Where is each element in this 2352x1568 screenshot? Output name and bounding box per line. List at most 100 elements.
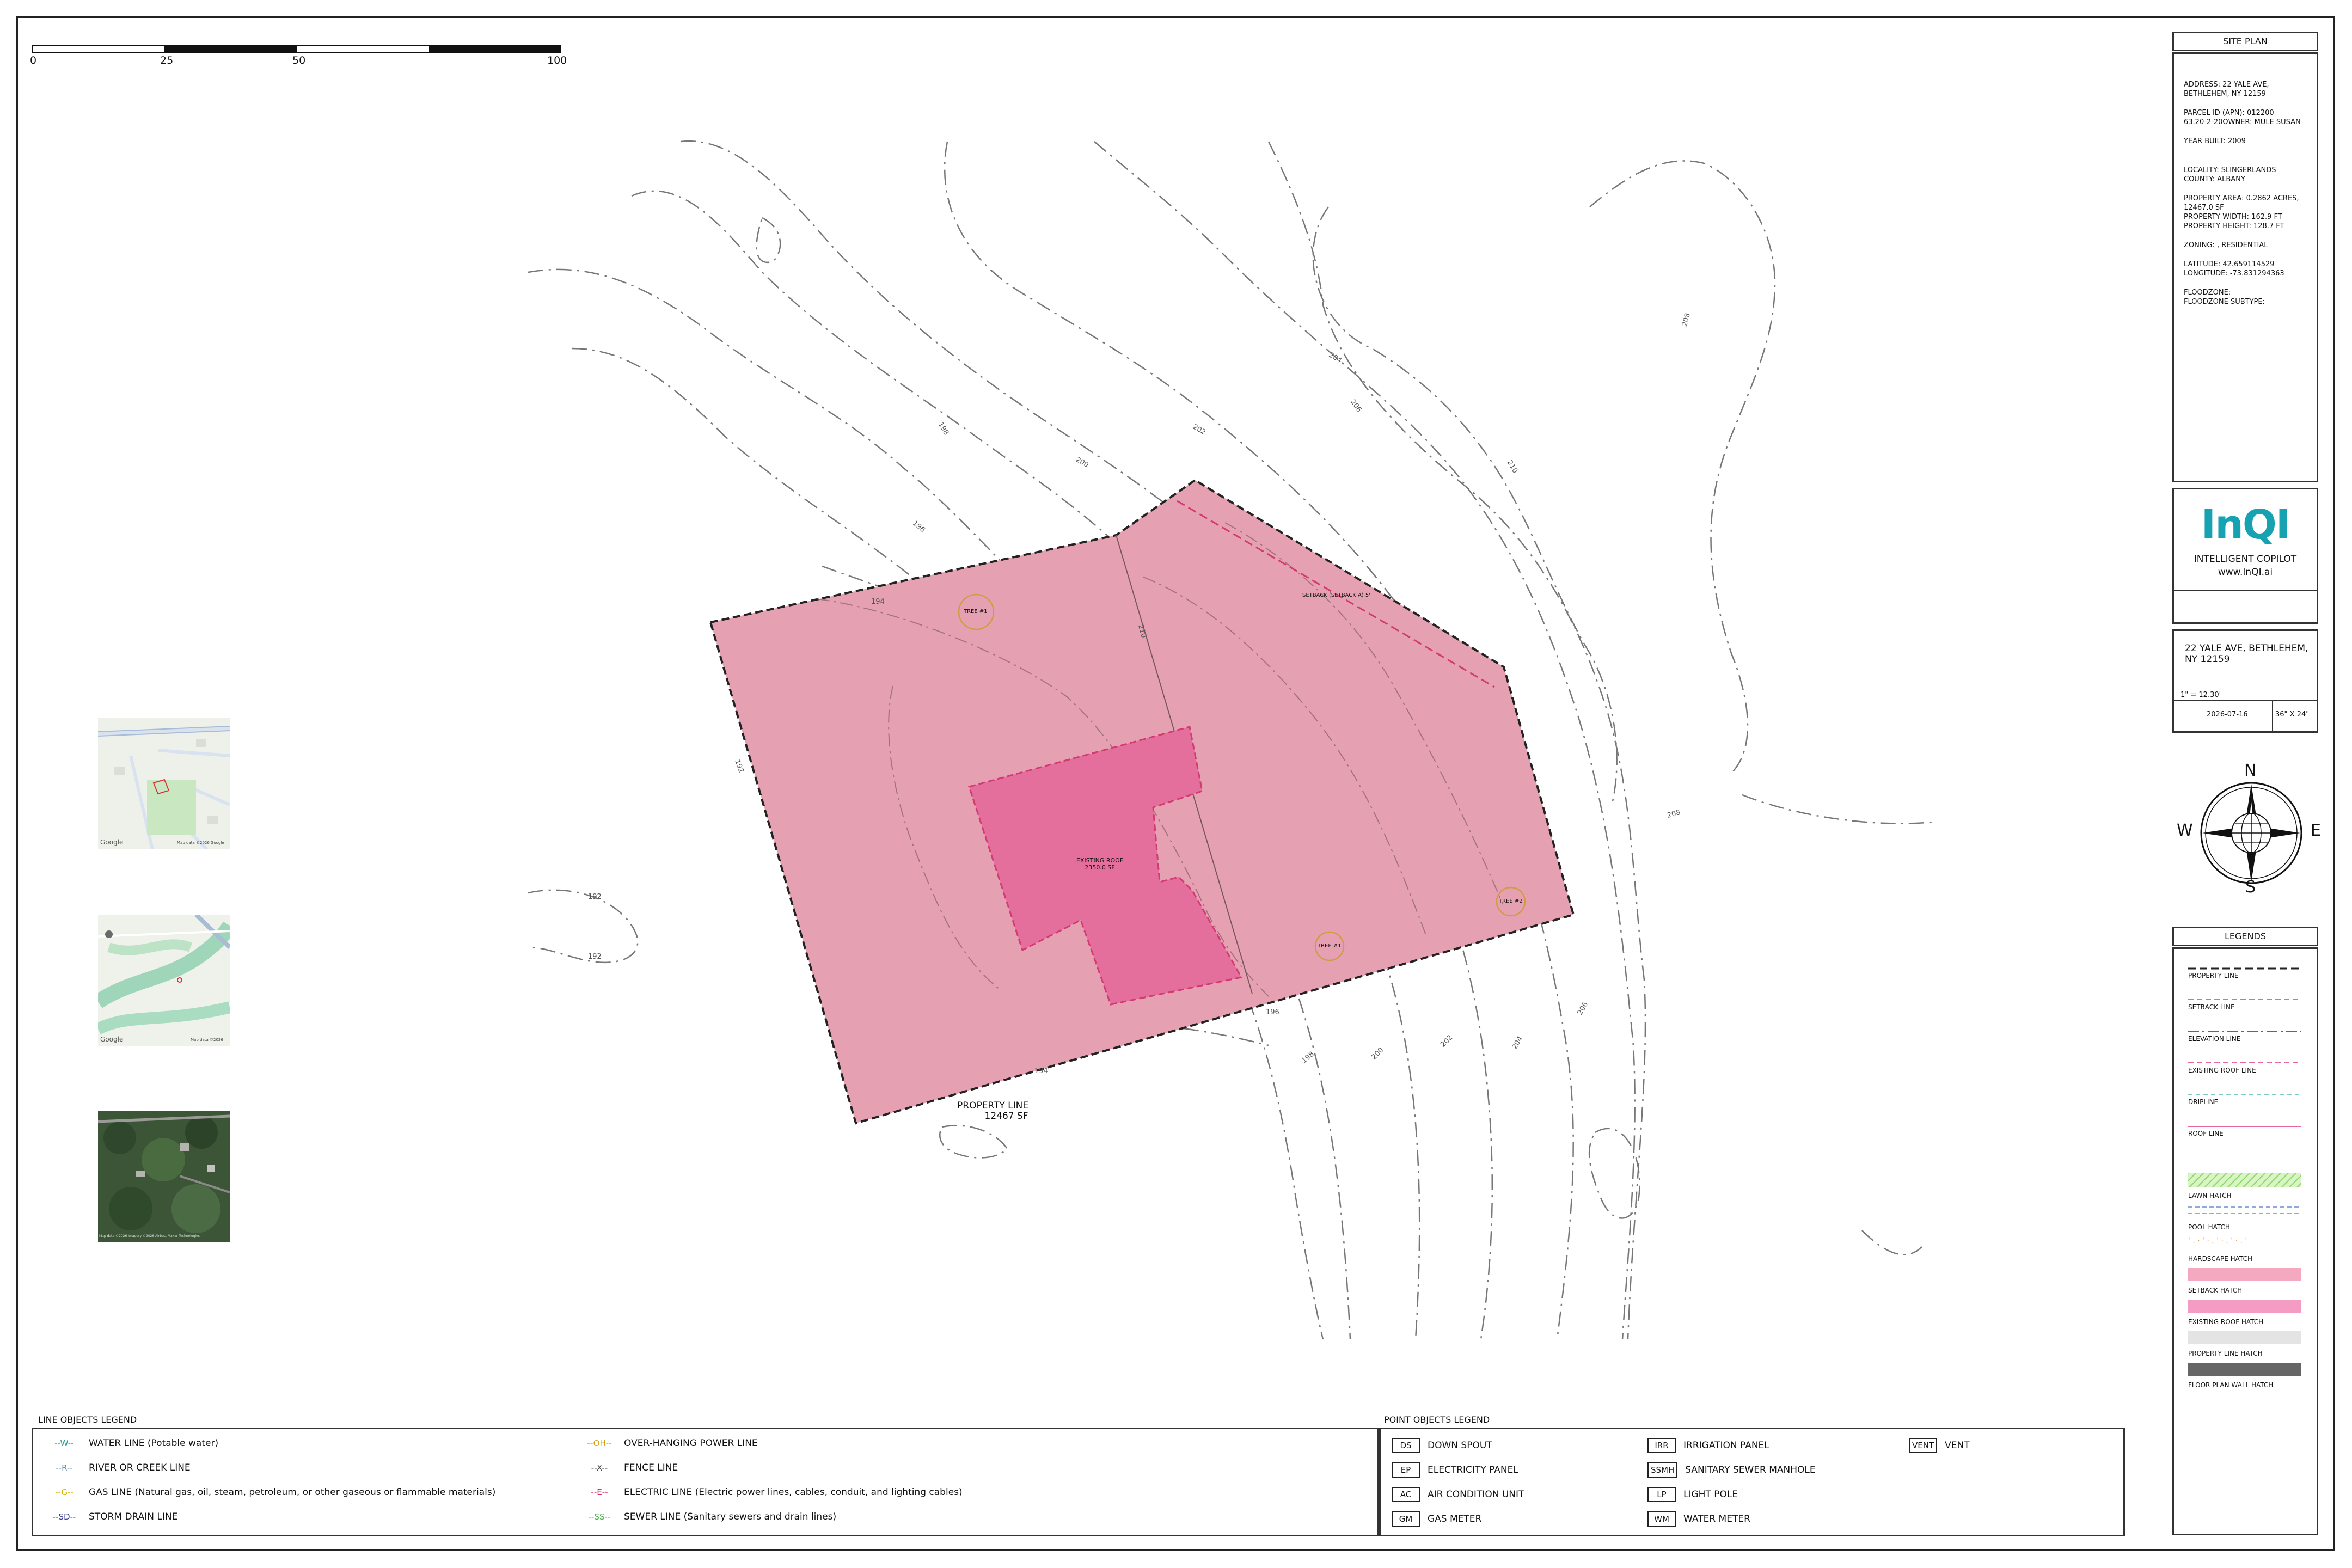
contour-label: 194 — [871, 598, 885, 606]
legend-label: SETBACK LINE — [2188, 1003, 2235, 1011]
point-object-label: AIR CONDITION UNIT — [1428, 1489, 1524, 1500]
existing-roof-label: EXISTING ROOF 2350.0 SF — [1076, 857, 1124, 871]
legend-label: HARDSCAPE HATCH — [2188, 1255, 2252, 1263]
point-object-item: EP ELECTRICITY PANEL — [1392, 1462, 1518, 1478]
contour-label: 192 — [588, 953, 602, 961]
point-code-badge: EP — [1392, 1462, 1420, 1478]
point-object-label: VENT — [1945, 1440, 1970, 1451]
property-line-label: PROPERTY LINE 12467 SF — [957, 1100, 1029, 1122]
project-sheet-size: 36" X 24" — [2275, 710, 2310, 719]
brand-url: www.InQI.ai — [2218, 567, 2273, 578]
logo-divider — [2174, 590, 2317, 591]
legend-label: DRIPLINE — [2188, 1098, 2219, 1106]
compass-north: N — [2244, 761, 2257, 780]
info-spacer — [2184, 156, 2307, 166]
point-objects-title: POINT OBJECTS LEGEND — [1384, 1414, 1490, 1425]
line-object-label: STORM DRAIN LINE — [89, 1511, 178, 1522]
line-objects-title: LINE OBJECTS LEGEND — [38, 1414, 137, 1425]
line-symbol: --SS-- — [588, 1512, 611, 1522]
tree-label-3: TREE #1 — [1318, 943, 1342, 949]
point-object-item: AC AIR CONDITION UNIT — [1392, 1487, 1524, 1502]
line-symbol: --OH-- — [587, 1438, 612, 1448]
point-object-label: IRRIGATION PANEL — [1683, 1440, 1769, 1451]
line-object-item: --X-- FENCE LINE — [580, 1462, 678, 1473]
map-credit: Map data ©2026 Google — [177, 841, 224, 845]
line-object-item: --R-- RIVER OR CREEK LINE — [45, 1462, 191, 1473]
line-object-item: --G-- GAS LINE (Natural gas, oil, steam, … — [45, 1487, 495, 1498]
info-line: ZONING: , RESIDENTIAL — [2184, 241, 2268, 249]
info-line: 63.20-2-20OWNER: MULE SUSAN — [2184, 118, 2301, 126]
info-line: COUNTY: ALBANY — [2184, 175, 2245, 183]
point-code-badge: SSMH — [1647, 1462, 1678, 1478]
line-object-label: RIVER OR CREEK LINE — [89, 1462, 191, 1473]
compass-rose — [2200, 782, 2302, 884]
legend-label: EXISTING ROOF HATCH — [2188, 1318, 2264, 1326]
point-code-badge: VENT — [1909, 1438, 1938, 1453]
line-object-label: GAS LINE (Natural gas, oil, steam, petro… — [89, 1487, 496, 1498]
site-plan-drawing — [528, 140, 1933, 1340]
point-object-label: LIGHT POLE — [1683, 1489, 1738, 1500]
legend-label: LAWN HATCH — [2188, 1192, 2232, 1199]
point-code-badge: IRR — [1647, 1438, 1676, 1453]
legend-label: POOL HATCH — [2188, 1223, 2230, 1231]
compass-west: W — [2177, 821, 2193, 840]
info-spacer — [2184, 278, 2307, 288]
info-spacer — [2184, 184, 2307, 194]
line-object-label: OVER-HANGING POWER LINE — [624, 1438, 758, 1449]
legends-title: LEGENDS — [2172, 927, 2318, 946]
site-plan-info-panel: ADDRESS: 22 YALE AVE, BETHLEHEM, NY 12159… — [2172, 52, 2318, 482]
brand-tagline: INTELLIGENT COPILOT — [2194, 554, 2297, 565]
info-line: PROPERTY WIDTH: 162.9 FT — [2184, 213, 2282, 221]
point-object-item: SSMH SANITARY SEWER MANHOLE — [1647, 1462, 1816, 1478]
legend-label: ELEVATION LINE — [2188, 1035, 2241, 1043]
point-objects-panel: DS DOWN SPOUT EP ELECTRICITY PANEL AC AIR CON… — [1379, 1428, 2125, 1536]
legend-label: SETBACK HATCH — [2188, 1287, 2243, 1294]
line-objects-panel: --W-- WATER LINE (Potable water) --R-- RIVE… — [32, 1428, 1379, 1536]
setback-label: SETBACK (SETBACK A) 5' — [1302, 592, 1370, 598]
line-object-item: --OH-- OVER-HANGING POWER LINE — [580, 1438, 758, 1449]
info-line: PARCEL ID (APN): 012200 — [2184, 109, 2274, 117]
info-line: PROPERTY AREA: 0.2862 ACRES, — [2184, 194, 2299, 203]
line-object-item: --SS-- SEWER LINE (Sanitary sewers and dr… — [580, 1511, 836, 1522]
project-address: 22 YALE AVE, BETHLEHEM, NY 12159 — [2185, 643, 2308, 665]
legend-label: PROPERTY LINE — [2188, 972, 2239, 979]
point-object-label: ELECTRICITY PANEL — [1428, 1465, 1518, 1475]
line-object-item: --W-- WATER LINE (Potable water) — [45, 1438, 218, 1449]
info-line: LONGITUDE: -73.831294363 — [2184, 270, 2284, 278]
point-code-badge: WM — [1647, 1511, 1676, 1527]
legend-label: FLOOR PLAN WALL HATCH — [2188, 1381, 2274, 1389]
info-spacer — [2184, 99, 2307, 108]
info-spacer — [2184, 250, 2307, 260]
contour-label: 196 — [1266, 1008, 1279, 1016]
line-symbol: --R-- — [56, 1463, 73, 1473]
compass-south: S — [2245, 878, 2256, 897]
info-line: YEAR BUILT: 2009 — [2184, 137, 2246, 145]
info-line: LATITUDE: 42.659114529 — [2184, 260, 2275, 268]
project-vdivider — [2272, 700, 2273, 731]
project-info-panel: 22 YALE AVE, BETHLEHEM, NY 12159 1" = 12… — [2172, 629, 2318, 733]
project-scale: 1" = 12.30' — [2180, 691, 2221, 699]
compass-east: E — [2311, 821, 2321, 840]
site-plan-title: SITE PLAN — [2172, 32, 2318, 51]
tree-label-2: TREE #2 — [1499, 898, 1523, 904]
line-object-label: WATER LINE (Potable water) — [89, 1438, 219, 1449]
point-object-item: IRR IRRIGATION PANEL — [1647, 1438, 1769, 1453]
line-symbol: --W-- — [54, 1438, 74, 1448]
site-plan-info-text: ADDRESS: 22 YALE AVE, BETHLEHEM, NY 12159… — [2184, 80, 2307, 307]
info-line: BETHLEHEM, NY 12159 — [2184, 90, 2266, 98]
legend-swatches: ' . · ' · . ' · . ' · . ' — [2188, 967, 2301, 1376]
satellite-thumbnail: Map data ©2026 Imagery ©2026 Airbus, Max… — [98, 1111, 230, 1242]
point-object-label: WATER METER — [1683, 1514, 1750, 1524]
terrain-map-thumbnail: Google Map data ©2026 — [98, 915, 230, 1046]
logo-panel: InQI INTELLIGENT COPILOT www.InQI.ai — [2172, 488, 2318, 624]
point-code-badge: DS — [1392, 1438, 1420, 1453]
street-map-thumbnail: Google Map data ©2026 Google — [98, 718, 230, 849]
point-object-item: DS DOWN SPOUT — [1392, 1438, 1492, 1453]
point-code-badge: GM — [1392, 1511, 1420, 1527]
line-symbol: --SD-- — [52, 1512, 76, 1522]
legends-panel: ' . · ' · . ' · . ' · . ' PROPERTY LINE S… — [2172, 947, 2318, 1535]
google-logo: Google — [100, 1036, 124, 1043]
line-object-label: ELECTRIC LINE (Electric power lines, cab… — [624, 1487, 963, 1498]
point-object-label: GAS METER — [1428, 1514, 1482, 1524]
line-object-item: --E-- ELECTRIC LINE (Electric power lines… — [580, 1487, 963, 1498]
